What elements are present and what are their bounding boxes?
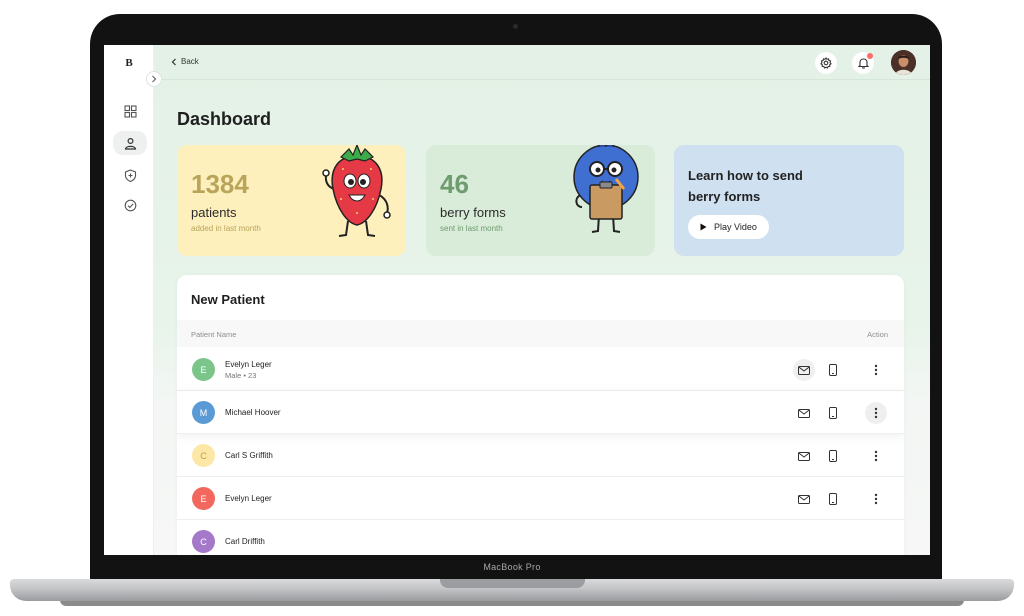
user-icon — [124, 137, 136, 150]
notifications-button[interactable] — [852, 52, 874, 74]
chevron-right-icon — [152, 75, 157, 83]
patient-initial: E — [200, 493, 207, 504]
patient-avatar: C — [192, 530, 215, 553]
mail-icon — [798, 408, 810, 418]
sidebar-item-dashboard[interactable] — [113, 99, 147, 123]
sidebar-item-tasks[interactable] — [113, 193, 147, 217]
forms-sublabel: sent in last month — [440, 224, 503, 233]
patient-initial: C — [200, 536, 207, 547]
send-email-button[interactable] — [793, 445, 815, 467]
new-patient-panel: New Patient Patient Name Action E Evelyn … — [177, 275, 904, 555]
phone-icon — [829, 493, 837, 505]
send-sms-button[interactable] — [822, 359, 844, 381]
top-bar: Back — [154, 45, 930, 80]
check-circle-icon — [124, 199, 136, 211]
patient-initial: C — [200, 450, 207, 461]
patients-count: 1384 — [191, 169, 249, 199]
patients-label: patients — [191, 205, 237, 220]
play-video-label: Play Video — [714, 222, 757, 232]
phone-icon — [829, 364, 837, 376]
send-email-button[interactable] — [793, 402, 815, 424]
send-sms-button[interactable] — [822, 402, 844, 424]
mail-icon — [798, 451, 810, 461]
patient-name[interactable]: Evelyn Leger — [225, 360, 272, 369]
column-header-patient-name: Patient Name — [191, 330, 237, 339]
sidebar: B — [104, 45, 154, 555]
blueberry-mascot-illustration — [573, 145, 639, 233]
mail-icon — [798, 494, 810, 504]
patient-meta: Male • 23 — [225, 371, 257, 380]
more-options-button[interactable] — [865, 359, 887, 381]
patient-name[interactable]: Carl S Griffith — [225, 451, 273, 460]
gear-icon — [820, 57, 832, 69]
mail-icon — [798, 365, 810, 375]
avatar-portrait — [891, 50, 916, 75]
back-label: Back — [181, 57, 199, 66]
sidebar-item-security[interactable] — [113, 163, 147, 187]
more-vertical-icon — [874, 407, 878, 419]
table-row[interactable]: C Carl Driffith — [177, 520, 904, 555]
more-options-button[interactable] — [865, 402, 887, 424]
table-row[interactable]: E Evelyn Leger Male • 23 — [177, 348, 904, 391]
bell-icon — [857, 58, 869, 69]
laptop-brand-label: MacBook Pro — [483, 562, 541, 572]
phone-icon — [829, 407, 837, 419]
back-link[interactable]: Back — [171, 57, 199, 66]
sidebar-item-patients[interactable] — [113, 131, 147, 155]
user-avatar[interactable] — [891, 50, 916, 75]
laptop-notch — [440, 579, 585, 588]
table-row[interactable]: M Michael Hoover — [177, 391, 904, 434]
patient-name[interactable]: Evelyn Leger — [225, 494, 272, 503]
strawberry-mascot-illustration — [322, 145, 391, 237]
send-sms-button[interactable] — [822, 488, 844, 510]
panel-title: New Patient — [191, 292, 265, 307]
more-options-button[interactable] — [865, 445, 887, 467]
patient-initial: M — [199, 407, 208, 418]
patient-avatar: E — [192, 487, 215, 510]
more-vertical-icon — [874, 450, 878, 462]
patients-sublabel: added in last month — [191, 224, 261, 233]
patient-avatar: E — [192, 358, 215, 381]
table-row[interactable]: C Carl S Griffith — [177, 434, 904, 477]
forms-stat-card: 46 berry forms sent in last month — [426, 145, 655, 256]
screen: B Back Dashboard 1384 patients added in … — [104, 45, 930, 555]
camera — [513, 24, 518, 29]
more-vertical-icon — [874, 364, 878, 376]
shield-icon — [124, 168, 136, 182]
table-header: Patient Name Action — [177, 320, 904, 347]
app-logo: B — [125, 57, 133, 69]
send-sms-button[interactable] — [822, 445, 844, 467]
send-email-button[interactable] — [793, 359, 815, 381]
forms-label: berry forms — [440, 205, 506, 220]
patient-name[interactable]: Michael Hoover — [225, 408, 281, 417]
patient-name[interactable]: Carl Driffith — [225, 537, 265, 546]
patient-avatar: M — [192, 401, 215, 424]
sidebar-collapse-toggle[interactable] — [146, 71, 162, 87]
send-email-button[interactable] — [793, 488, 815, 510]
play-video-button[interactable]: Play Video — [688, 215, 769, 239]
grid-icon — [123, 104, 137, 118]
play-icon — [700, 223, 707, 231]
learn-video-card: Learn how to send berry forms Play Video — [674, 145, 904, 256]
learn-card-title: Learn how to send berry forms — [688, 168, 803, 204]
patients-stat-card: 1384 patients added in last month — [177, 145, 406, 256]
forms-count: 46 — [440, 169, 469, 199]
chevron-left-icon — [171, 58, 176, 65]
page-title: Dashboard — [177, 109, 272, 129]
notification-badge — [867, 53, 873, 59]
table-row[interactable]: E Evelyn Leger — [177, 477, 904, 520]
more-vertical-icon — [874, 493, 878, 505]
settings-button[interactable] — [815, 52, 837, 74]
phone-icon — [829, 450, 837, 462]
patient-initial: E — [200, 364, 207, 375]
patient-avatar: C — [192, 444, 215, 467]
column-header-action: Action — [867, 330, 888, 339]
more-options-button[interactable] — [865, 488, 887, 510]
